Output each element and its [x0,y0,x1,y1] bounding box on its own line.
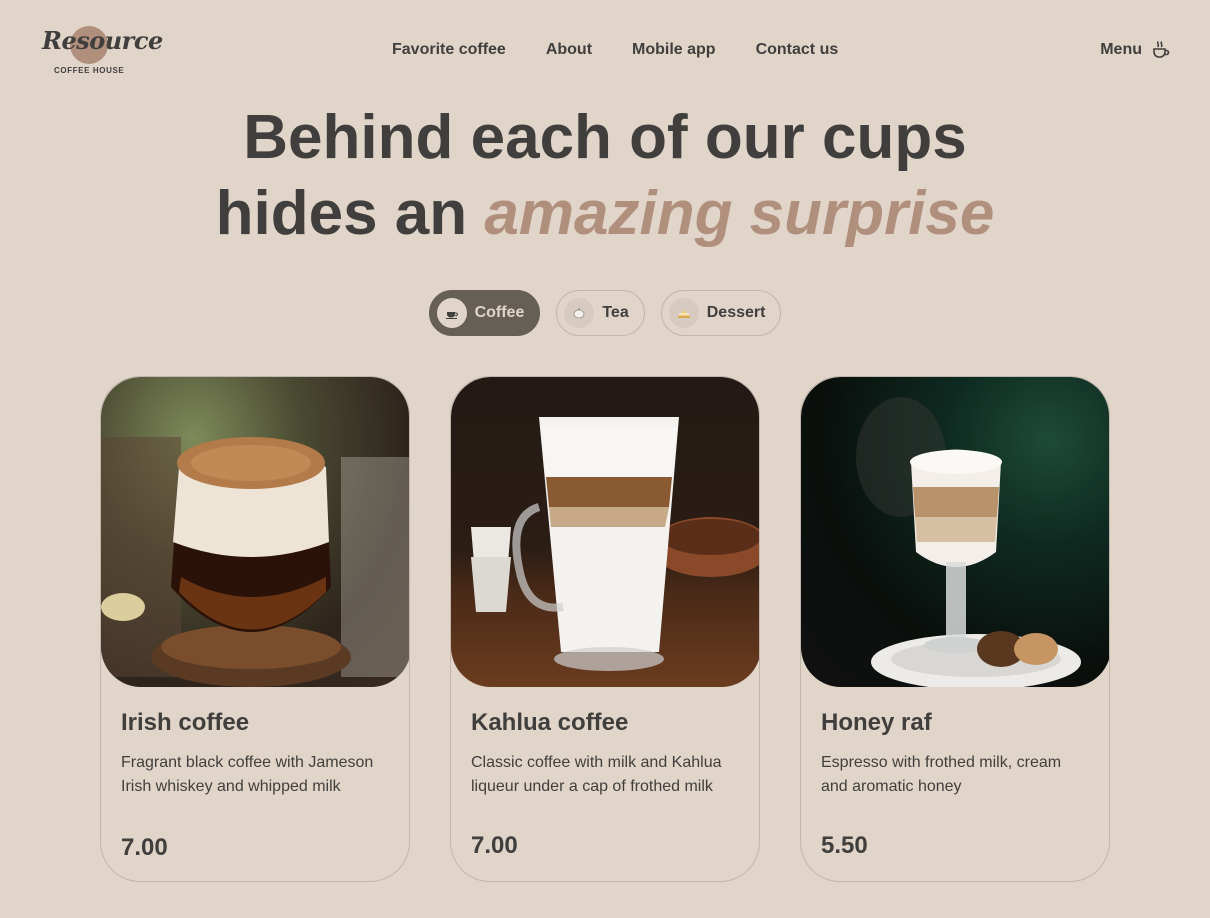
menu-label: Menu [1100,41,1142,58]
nav-about[interactable]: About [546,40,592,60]
tab-tea[interactable]: Tea [556,290,645,336]
product-title: Kahlua coffee [471,709,629,736]
product-card-irish-coffee[interactable]: Irish coffee Fragrant black coffee with … [100,376,410,882]
nav-contact-us[interactable]: Contact us [756,40,839,60]
product-info: Irish coffee Fragrant black coffee with … [121,707,389,823]
product-image-honey-raf [801,377,1109,687]
menu-button[interactable]: Menu [1100,38,1170,62]
logo-subtitle: COFFEE HOUSE [54,66,125,75]
product-title: Honey raf [821,709,932,736]
teapot-icon [564,298,595,328]
cake-icon [668,298,699,328]
logo[interactable]: Resource COFFEE HOUSE [42,24,163,78]
product-description: Classic coffee with milk and Kahlua liqu… [471,754,722,795]
product-image-kahlua-coffee [451,377,759,687]
tab-dessert-label: Dessert [706,304,766,321]
tab-dessert[interactable]: Dessert [660,290,782,336]
headline-line-2-prefix: hides an [215,179,485,248]
product-description: Fragrant black coffee with Jameson Irish… [121,754,374,795]
product-price: 7.00 [471,832,518,859]
category-tabs: Coffee Tea Dessert [0,290,1210,336]
logo-script: Resource [42,26,163,55]
headline-accent: amazing surprise [484,179,995,248]
main-nav: Favorite coffee About Mobile app Contact… [392,40,838,60]
page-headline: Behind each of our cups hides an amazing… [0,100,1210,252]
coffee-cup-icon [1153,41,1170,58]
headline-line-1: Behind each of our cups [243,103,967,172]
tab-coffee-label: Coffee [474,304,525,321]
product-image-irish-coffee [101,377,409,687]
product-info: Kahlua coffee Classic coffee with milk a… [471,707,739,823]
product-info: Honey raf Espresso with frothed milk, cr… [821,707,1089,823]
product-card-kahlua-coffee[interactable]: Kahlua coffee Classic coffee with milk a… [450,376,760,882]
coffee-cup-icon [436,298,467,328]
nav-favorite-coffee[interactable]: Favorite coffee [392,40,506,60]
nav-mobile-app[interactable]: Mobile app [632,40,716,60]
product-price: 7.00 [121,834,168,861]
tab-coffee[interactable]: Coffee [428,290,541,336]
tab-tea-label: Tea [602,304,629,321]
header: Resource COFFEE HOUSE Favorite coffee Ab… [0,0,1210,100]
product-price: 5.50 [821,832,868,859]
product-title: Irish coffee [121,709,250,736]
product-description: Espresso with frothed milk, cream and ar… [821,754,1062,795]
product-card-honey-raf[interactable]: Honey raf Espresso with frothed milk, cr… [800,376,1110,882]
